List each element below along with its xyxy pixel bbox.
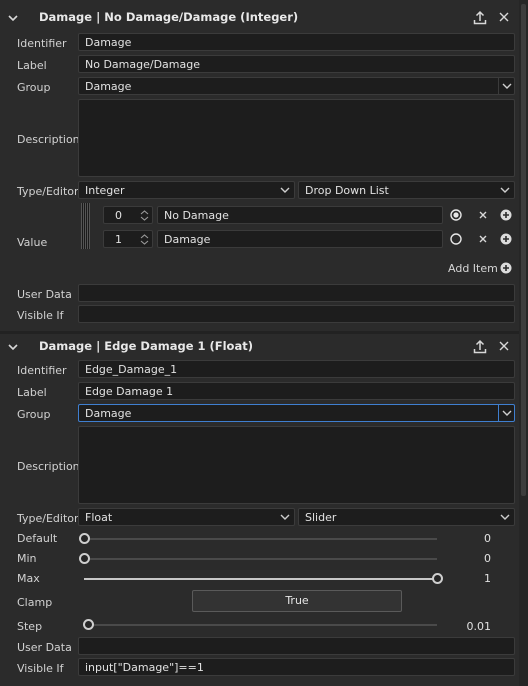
parameter-panel-damage: Damage | No Damage/Damage (Integer) Iden… [0,0,519,331]
max-slider-handle[interactable] [432,573,443,584]
chevron-down-icon[interactable] [6,340,20,354]
parameter-title: Damage | No Damage/Damage (Integer) [39,10,299,24]
export-icon[interactable] [472,339,488,355]
editor-select[interactable]: Drop Down List [298,181,515,199]
chevron-down-icon [500,187,510,193]
chevron-down-icon [280,187,290,193]
max-slider[interactable] [84,578,437,580]
stepper-arrows-icon[interactable] [140,234,149,245]
export-icon[interactable] [472,10,488,26]
type-select-value: Integer [85,184,125,197]
chevron-down-icon[interactable] [498,405,514,421]
default-slider[interactable] [84,538,437,540]
drag-handle[interactable] [81,203,90,249]
item-name-field[interactable]: Damage [157,230,443,248]
user-data-label: User Data [17,641,72,654]
item-name-field[interactable]: No Damage [157,206,443,224]
default-slider-handle[interactable] [79,533,90,544]
max-label: Max [17,572,40,585]
scrollbar-thumb[interactable] [521,4,526,496]
value-label: Value [17,236,48,249]
editor-select-value: Slider [305,511,337,524]
step-slider[interactable] [84,624,437,626]
group-select-value: Damage [85,407,132,420]
close-icon[interactable] [497,339,511,353]
default-value: 0 [484,532,491,545]
editor-select-value: Drop Down List [305,184,389,197]
default-label: Default [17,532,58,545]
scrollbar[interactable] [519,0,528,686]
clamp-label: Clamp [17,596,53,609]
chevron-down-icon [500,514,510,520]
default-radio-selected[interactable] [450,209,462,221]
min-slider[interactable] [84,558,437,560]
identifier-label: Identifier [17,364,67,377]
type-editor-label: Type/Editor [17,512,79,525]
user-data-field[interactable] [78,284,515,302]
remove-item-icon[interactable] [477,209,489,221]
type-select[interactable]: Float [78,508,295,526]
label-field[interactable]: No Damage/Damage [78,55,515,73]
add-item-button[interactable]: Add Item [448,262,498,275]
parameter-header[interactable]: Damage | Edge Damage 1 (Float) [0,334,519,360]
parameter-title: Damage | Edge Damage 1 (Float) [39,339,253,353]
min-value: 0 [484,552,491,565]
type-select[interactable]: Integer [78,181,295,199]
identifier-field[interactable]: Edge_Damage_1 [78,360,515,378]
label-label: Label [17,386,47,399]
parameter-header[interactable]: Damage | No Damage/Damage (Integer) [0,5,519,31]
description-textarea[interactable] [78,99,515,177]
step-slider-handle[interactable] [82,619,94,630]
default-radio[interactable] [450,233,462,245]
identifier-label: Identifier [17,37,67,50]
visible-if-field[interactable]: input["Damage"]==1 [78,658,515,676]
remove-item-icon[interactable] [477,233,489,245]
close-icon[interactable] [497,10,511,24]
group-select-value: Damage [85,80,132,93]
chevron-down-icon[interactable] [498,78,514,94]
group-label: Group [17,81,51,94]
insert-item-icon[interactable] [500,233,512,245]
description-label: Description [17,460,80,473]
min-slider-handle[interactable] [79,553,90,564]
item-value-stepper[interactable]: 0 [103,206,153,224]
item-value: 1 [115,233,122,246]
visible-if-label: Visible If [17,309,64,322]
item-value: 0 [115,209,122,222]
identifier-field[interactable]: Damage [78,33,515,51]
chevron-down-icon [280,514,290,520]
user-data-field[interactable] [78,637,515,655]
insert-item-icon[interactable] [500,209,512,221]
label-label: Label [17,59,47,72]
description-label: Description [17,133,80,146]
description-textarea[interactable] [78,426,515,504]
item-value-stepper[interactable]: 1 [103,230,153,248]
max-value: 1 [484,572,491,585]
parameter-panel-edge-damage: Damage | Edge Damage 1 (Float) Identifie… [0,334,519,686]
user-data-label: User Data [17,288,72,301]
visible-if-label: Visible If [17,662,64,675]
type-select-value: Float [85,511,113,524]
stepper-arrows-icon[interactable] [140,210,149,221]
clamp-toggle-button[interactable]: True [192,590,402,612]
step-label: Step [17,620,43,633]
add-item-icon[interactable] [500,262,512,274]
editor-select[interactable]: Slider [298,508,515,526]
min-label: Min [17,552,37,565]
group-select[interactable]: Damage [78,404,515,422]
visible-if-field[interactable] [78,305,515,323]
group-select[interactable]: Damage [78,77,515,95]
label-field[interactable]: Edge Damage 1 [78,382,515,400]
step-value: 0.01 [466,620,492,633]
type-editor-label: Type/Editor [17,185,79,198]
group-label: Group [17,408,51,421]
chevron-down-icon[interactable] [6,11,20,25]
